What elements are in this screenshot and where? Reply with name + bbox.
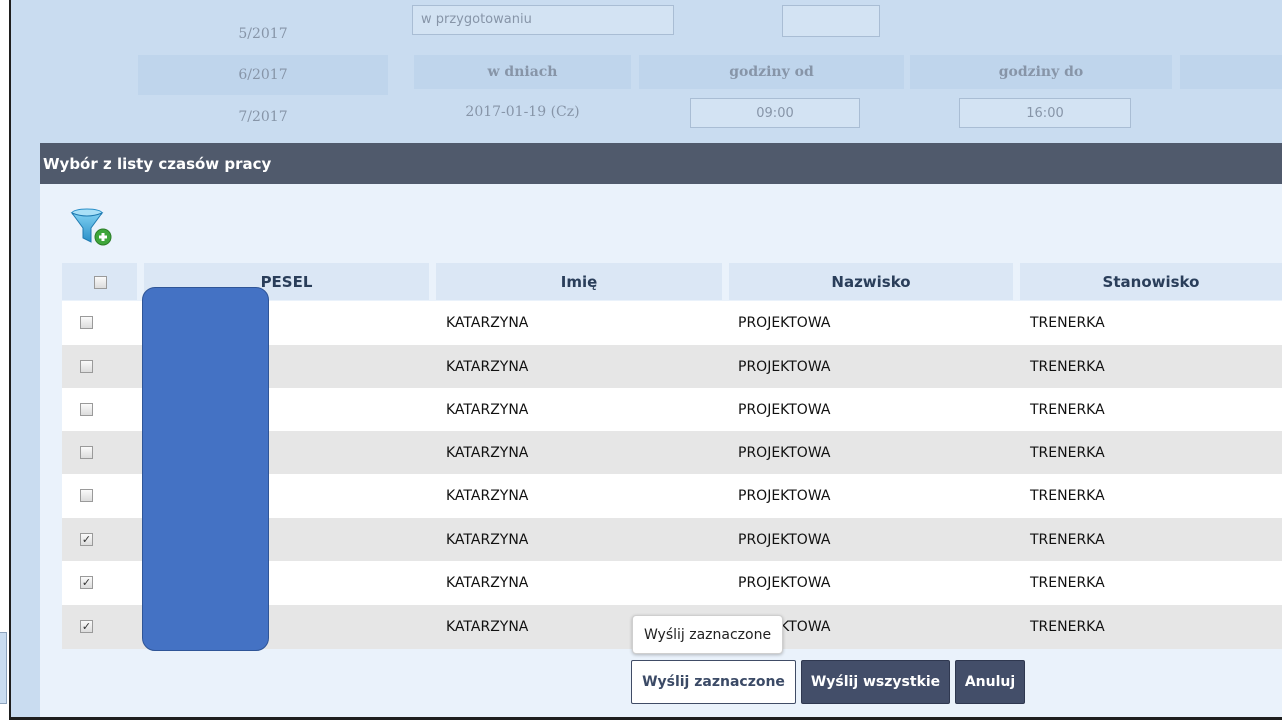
cell-nazwisko: PROJEKTOWA — [738, 359, 831, 375]
cell-imie: KATARZYNA — [446, 445, 529, 461]
cell-nazwisko: PROJEKTOWA — [738, 488, 831, 504]
background-side-tab — [0, 632, 7, 704]
row-checkbox[interactable] — [80, 533, 93, 546]
select-all-checkbox[interactable] — [94, 276, 107, 289]
dialog-header: Wybór z listy czasów pracy — [40, 143, 1282, 184]
send-selected-tooltip: Wyślij zaznaczone — [632, 615, 783, 654]
cell-stanowisko: TRENERKA — [1030, 445, 1105, 461]
column-header-imie[interactable]: Imię — [436, 263, 722, 300]
column-header-nazwisko[interactable]: Nazwisko — [729, 263, 1013, 300]
cell-stanowisko: TRENERKA — [1030, 575, 1105, 591]
cell-nazwisko: PROJEKTOWA — [738, 575, 831, 591]
cancel-button[interactable]: Anuluj — [955, 660, 1025, 704]
cell-imie: KATARZYNA — [446, 532, 529, 548]
send-all-button[interactable]: Wyślij wszystkie — [801, 660, 950, 704]
row-checkbox[interactable] — [80, 360, 93, 373]
row-checkbox[interactable] — [80, 489, 93, 502]
cell-stanowisko: TRENERKA — [1030, 359, 1105, 375]
column-header-stanowisko[interactable]: Stanowisko — [1020, 263, 1282, 300]
header-days: w dniach — [414, 55, 631, 89]
period-5-2017: 5/2017 — [238, 26, 288, 42]
row-checkbox[interactable] — [80, 620, 93, 633]
cell-nazwisko: PROJEKTOWA — [738, 315, 831, 331]
cell-imie: KATARZYNA — [446, 315, 529, 331]
row-checkbox[interactable] — [80, 316, 93, 329]
status-field[interactable]: w przygotowaniu — [412, 5, 674, 35]
hours-from-field[interactable]: 09:00 — [690, 98, 860, 128]
date-value: 2017-01-19 (Cz) — [465, 104, 580, 120]
hours-to-field[interactable]: 16:00 — [959, 98, 1131, 128]
dialog-title: Wybór z listy czasów pracy — [43, 154, 272, 173]
period-7-2017: 7/2017 — [238, 109, 288, 125]
cell-stanowisko: TRENERKA — [1030, 402, 1105, 418]
cell-stanowisko: TRENERKA — [1030, 619, 1105, 635]
cell-imie: KATARZYNA — [446, 619, 529, 635]
cell-nazwisko: PROJEKTOWA — [738, 445, 831, 461]
cell-stanowisko: TRENERKA — [1030, 488, 1105, 504]
cell-imie: KATARZYNA — [446, 488, 529, 504]
cell-nazwisko: PROJEKTOWA — [738, 532, 831, 548]
cell-imie: KATARZYNA — [446, 359, 529, 375]
cell-imie: KATARZYNA — [446, 402, 529, 418]
period-6-2017: 6/2017 — [138, 55, 388, 95]
row-checkbox[interactable] — [80, 576, 93, 589]
cell-imie: KATARZYNA — [446, 575, 529, 591]
header-extra — [1180, 55, 1282, 89]
header-hours-from: godziny od — [639, 55, 904, 89]
send-selected-button[interactable]: Wyślij zaznaczone — [631, 660, 796, 704]
row-checkbox[interactable] — [80, 403, 93, 416]
status-field-2[interactable] — [782, 5, 880, 37]
cell-stanowisko: TRENERKA — [1030, 315, 1105, 331]
filter-add-icon[interactable] — [70, 208, 114, 248]
cell-nazwisko: PROJEKTOWA — [738, 402, 831, 418]
pesel-redaction — [142, 287, 269, 651]
row-checkbox[interactable] — [80, 446, 93, 459]
cell-stanowisko: TRENERKA — [1030, 532, 1105, 548]
header-hours-to: godziny do — [910, 55, 1172, 89]
